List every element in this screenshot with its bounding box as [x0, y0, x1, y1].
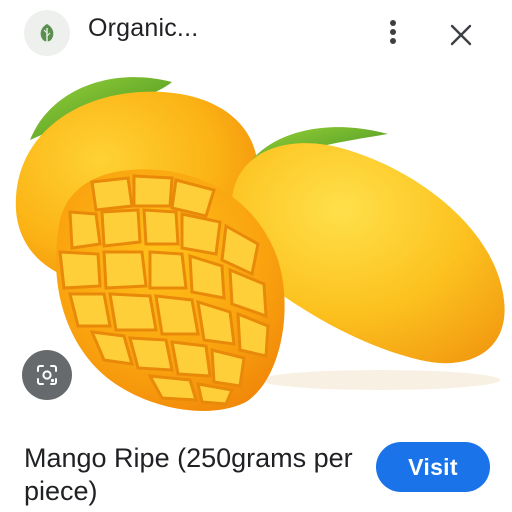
site-favicon[interactable]: [24, 10, 70, 56]
more-options-button[interactable]: [378, 14, 408, 50]
visit-button[interactable]: Visit: [376, 442, 490, 492]
site-name[interactable]: Organic...: [88, 14, 198, 43]
lens-search-button[interactable]: [22, 350, 72, 400]
top-bar: Organic...: [0, 0, 512, 64]
lens-search-icon: [37, 365, 57, 385]
more-vert-icon: [390, 20, 396, 44]
close-button[interactable]: [444, 18, 478, 52]
close-icon: [450, 24, 472, 46]
visit-label: Visit: [408, 453, 458, 480]
product-title: Mango Ripe (250grams per piece): [24, 443, 353, 506]
mango-photo: [15, 77, 505, 411]
product-image[interactable]: [0, 60, 512, 430]
leaf-icon: [40, 24, 54, 42]
